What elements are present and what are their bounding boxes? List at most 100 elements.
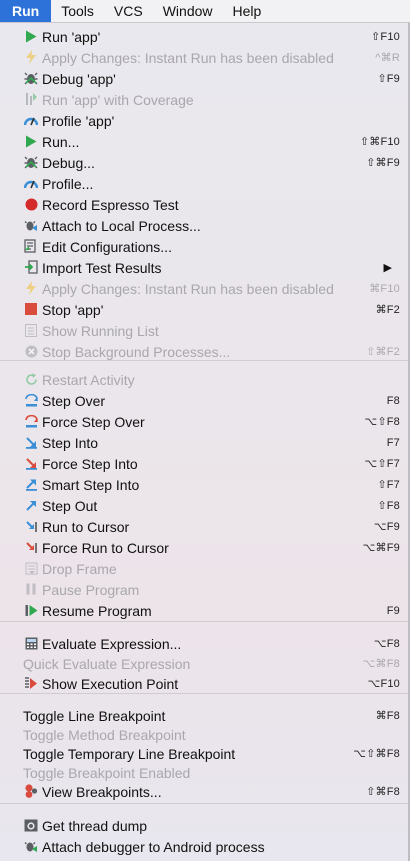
menu-vcs[interactable]: VCS: [104, 0, 153, 22]
menu-item-evaluate-expression[interactable]: Evaluate Expression... ⌥F8: [0, 633, 408, 654]
menu-item-force-step-over[interactable]: Force Step Over ⌥⇧F8: [0, 411, 408, 432]
menu-item-label: Apply Changes: Instant Run has been disa…: [42, 49, 334, 66]
menu-tools[interactable]: Tools: [51, 0, 104, 22]
menu-item-label: Attach debugger to Android process: [42, 838, 265, 855]
menu-separator: [0, 693, 408, 694]
menu-item-label: Debug 'app': [42, 70, 116, 87]
menu-item-label: Toggle Temporary Line Breakpoint: [23, 745, 236, 762]
shortcut-label: F8: [386, 394, 400, 407]
menu-item-step-into[interactable]: Step Into F7: [0, 432, 408, 453]
menu-item-label: Run 'app': [42, 28, 101, 45]
menu-item-label: Profile 'app': [42, 112, 115, 129]
menu-item-label: Toggle Breakpoint Enabled: [23, 764, 191, 781]
camera-icon: [24, 818, 38, 832]
menu-item-view-breakpoints[interactable]: View Breakpoints... ⇧⌘F8: [0, 781, 408, 802]
menu-item-get-thread-dump[interactable]: Get thread dump: [0, 815, 408, 836]
menu-item-quick-evaluate-expression: Quick Evaluate Expression ⌥⌘F8: [0, 653, 408, 674]
bolt-icon: [24, 50, 38, 64]
menu-item-attach-to-local-process[interactable]: Attach to Local Process...: [0, 215, 408, 236]
menu-item-force-run-to-cursor[interactable]: Force Run to Cursor ⌥⌘F9: [0, 537, 408, 558]
menu-separator: [0, 360, 408, 361]
run-menu-dropdown: Run 'app' ⇧F10 Apply Changes: Instant Run …: [0, 23, 410, 861]
shortcut-label: ⇧F7: [377, 479, 400, 491]
step-over-icon: [24, 393, 38, 407]
import-icon: [24, 260, 38, 274]
play-green-icon: [24, 29, 38, 43]
smart-step-into-icon: [24, 477, 38, 491]
menu-item-pause-program: Pause Program: [0, 579, 408, 600]
menu-item-label: Evaluate Expression...: [42, 635, 182, 652]
menu-item-run[interactable]: Run... ⇧⌘F10: [0, 131, 408, 152]
menu-item-toggle-temporary-line-breakpoint[interactable]: Toggle Temporary Line Breakpoint ⌥⇧⌘F8: [0, 743, 408, 764]
shortcut-label: F9: [386, 604, 400, 617]
step-into-icon: [24, 435, 38, 449]
menu-item-step-over[interactable]: Step Over F8: [0, 390, 408, 411]
menu-item-smart-step-into[interactable]: Smart Step Into ⇧F7: [0, 474, 408, 495]
attach-icon: [24, 218, 38, 232]
pause-icon: [24, 582, 38, 596]
shortcut-label: ⌘F2: [375, 304, 400, 316]
shortcut-label: ⌥F9: [373, 521, 400, 533]
attach-android-icon: [24, 839, 38, 853]
bug-icon: [24, 155, 38, 169]
menu-item-record-espresso-test[interactable]: Record Espresso Test: [0, 194, 408, 215]
menu-item-apply-changes-instant-run-has-been-disabled: Apply Changes: Instant Run has been disa…: [0, 278, 408, 299]
menu-item-debug-app[interactable]: Debug 'app' ⇧F9: [0, 68, 408, 89]
calculator-icon: [24, 636, 38, 650]
force-run-to-cursor-icon: [24, 540, 38, 554]
menu-item-run-app[interactable]: Run 'app' ⇧F10: [0, 26, 408, 47]
menu-item-toggle-line-breakpoint[interactable]: Toggle Line Breakpoint ⌘F8: [0, 705, 408, 726]
menu-item-label: Import Test Results: [42, 259, 162, 276]
menu-item-attach-debugger-to-android-process[interactable]: Attach debugger to Android process: [0, 836, 408, 857]
force-step-into-icon: [24, 456, 38, 470]
menu-item-profile-app[interactable]: Profile 'app': [0, 110, 408, 131]
menu-item-label: Force Step Over: [42, 413, 145, 430]
menu-item-label: Stop 'app': [42, 301, 104, 318]
shortcut-label: ⌘F10: [369, 283, 400, 295]
gauge-icon: [24, 113, 38, 127]
record-red-icon: [24, 197, 38, 211]
menu-item-stop-app[interactable]: Stop 'app' ⌘F2: [0, 299, 408, 320]
shortcut-label: ⇧⌘F8: [366, 786, 400, 798]
menu-item-label: Debug...: [42, 154, 95, 171]
menu-item-debug[interactable]: Debug... ⇧⌘F9: [0, 152, 408, 173]
edit-config-icon: [24, 239, 38, 253]
menu-item-force-step-into[interactable]: Force Step Into ⌥⇧F7: [0, 453, 408, 474]
menu-item-toggle-breakpoint-enabled: Toggle Breakpoint Enabled: [0, 762, 408, 783]
coverage-icon: [24, 92, 38, 106]
shortcut-label: ⇧F9: [377, 73, 400, 85]
menu-item-label: Record Espresso Test: [42, 196, 179, 213]
play-green-icon: [24, 134, 38, 148]
menu-window[interactable]: Window: [153, 0, 223, 22]
shortcut-label: ⇧⌘F10: [359, 136, 400, 148]
menu-item-label: Get thread dump: [42, 817, 148, 834]
menu-item-label: Show Execution Point: [42, 675, 179, 692]
menu-help[interactable]: Help: [223, 0, 272, 22]
menu-item-label: Stop Background Processes...: [42, 343, 231, 360]
menu-item-label: Smart Step Into: [42, 476, 140, 493]
shortcut-label: ⌥⌘F9: [362, 542, 400, 554]
menu-item-edit-configurations[interactable]: Edit Configurations...: [0, 236, 408, 257]
menu-run[interactable]: Run: [0, 0, 52, 22]
menu-item-show-execution-point[interactable]: Show Execution Point ⌥F10: [0, 673, 408, 694]
shortcut-label: ⇧⌘F9: [366, 157, 400, 169]
shortcut-label: ⌥⇧F8: [364, 416, 400, 428]
step-out-icon: [24, 498, 38, 512]
menu-item-run-app-with-coverage: Run 'app' with Coverage: [0, 89, 408, 110]
run-to-cursor-icon: [24, 519, 38, 533]
menu-item-label: Pause Program: [42, 581, 140, 598]
menu-item-show-running-list: Show Running List: [0, 320, 408, 341]
force-step-over-icon: [24, 414, 38, 428]
resume-icon: [24, 603, 38, 617]
menu-item-step-out[interactable]: Step Out ⇧F8: [0, 495, 408, 516]
menu-separator: [0, 803, 408, 804]
menu-item-resume-program[interactable]: Resume Program F9: [0, 600, 408, 621]
menu-item-label: Attach to Local Process...: [42, 217, 201, 234]
menu-item-profile[interactable]: Profile...: [0, 173, 408, 194]
stop-red-icon: [24, 302, 38, 316]
menu-item-apply-changes-instant-run-has-been-disabled: Apply Changes: Instant Run has been disa…: [0, 47, 408, 68]
shortcut-label: ⇧F10: [371, 31, 400, 43]
menu-item-run-to-cursor[interactable]: Run to Cursor ⌥F9: [0, 516, 408, 537]
menu-item-import-test-results[interactable]: Import Test Results ▶: [0, 257, 408, 278]
menu-item-label: View Breakpoints...: [42, 783, 162, 800]
